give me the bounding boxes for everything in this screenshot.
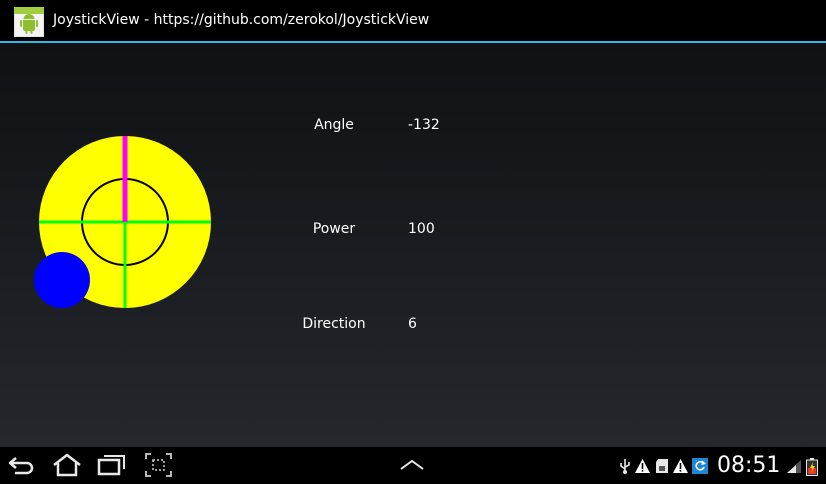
usb-icon <box>620 459 630 474</box>
status-clock: 08:51 <box>717 453 781 478</box>
recent-apps-icon[interactable] <box>96 452 128 478</box>
direction-value: 6 <box>408 316 417 332</box>
android-app-icon <box>14 7 44 37</box>
home-icon[interactable] <box>51 452 83 478</box>
sync-icon <box>692 458 708 474</box>
joystick-handle[interactable] <box>34 252 90 308</box>
system-navigation-bar: 08:51 <box>0 447 826 484</box>
power-label: Power <box>312 221 356 237</box>
back-icon[interactable] <box>7 452 37 478</box>
screenshot-icon[interactable] <box>144 452 174 478</box>
battery-icon <box>806 458 818 476</box>
warning-icon <box>635 459 650 473</box>
main-content: Angle -132 Power 100 Direction 6 <box>0 43 826 447</box>
android-screen: JoystickView - https://github.com/zeroko… <box>0 0 826 484</box>
direction-label: Direction <box>302 316 366 332</box>
warning-icon <box>673 459 688 473</box>
power-value: 100 <box>408 221 435 237</box>
joystick-view[interactable] <box>24 127 214 317</box>
signal-icon <box>787 460 801 473</box>
angle-label: Angle <box>314 117 354 133</box>
window-title: JoystickView - https://github.com/zeroko… <box>53 12 430 28</box>
sd-card-icon <box>656 459 668 473</box>
menu-chevron-up-icon[interactable] <box>398 452 426 478</box>
angle-value: -132 <box>408 117 440 133</box>
title-bar: JoystickView - https://github.com/zeroko… <box>0 0 826 43</box>
